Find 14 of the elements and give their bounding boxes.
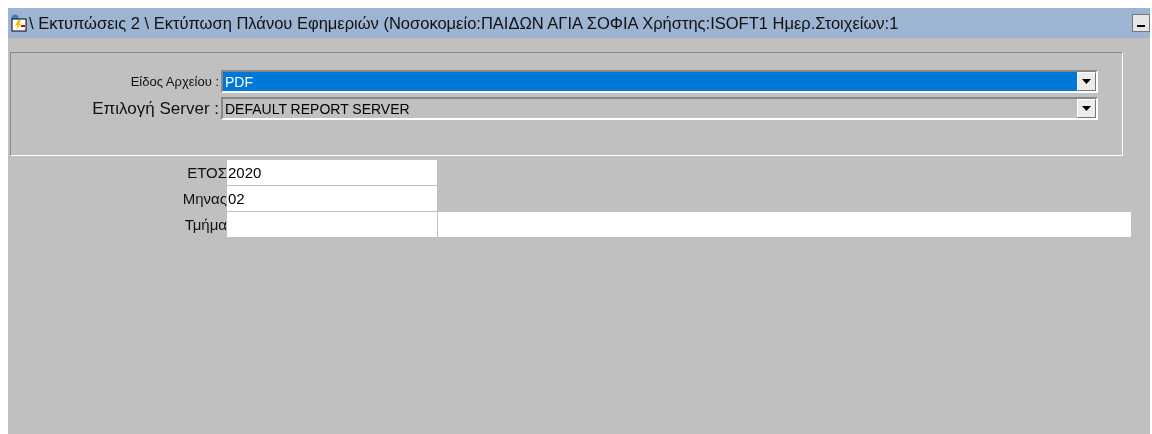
field-label: Είδος Αρχείου : xyxy=(129,74,220,89)
field-label: Μηνας xyxy=(181,190,227,207)
field-label: Τμήμα xyxy=(183,216,227,233)
input-field[interactable]: 2020 xyxy=(227,160,437,185)
dropdown[interactable]: DEFAULT REPORT SERVER xyxy=(221,97,1098,120)
dropdown[interactable]: PDF xyxy=(221,70,1098,93)
app-icon xyxy=(10,14,28,32)
input-field[interactable]: 02 xyxy=(227,186,437,211)
minimize-button[interactable] xyxy=(1132,14,1150,32)
field-label: Επιλογή Server : xyxy=(91,98,220,119)
input-field[interactable] xyxy=(227,212,437,237)
field-label: ΕΤΟΣ xyxy=(186,164,227,181)
window-title: \ Εκτυπώσεις 2 \ Εκτύπωση Πλάνου Εφημεριών (Νοσοκομείο:ΠΑΙΔΩΝ ΑΓΙΑ ΣΟΦΙΑ Χρήστης:ISOFT1 Ημερ.Στοιχείων:1 xyxy=(29,13,899,33)
input-field[interactable] xyxy=(438,212,1131,237)
